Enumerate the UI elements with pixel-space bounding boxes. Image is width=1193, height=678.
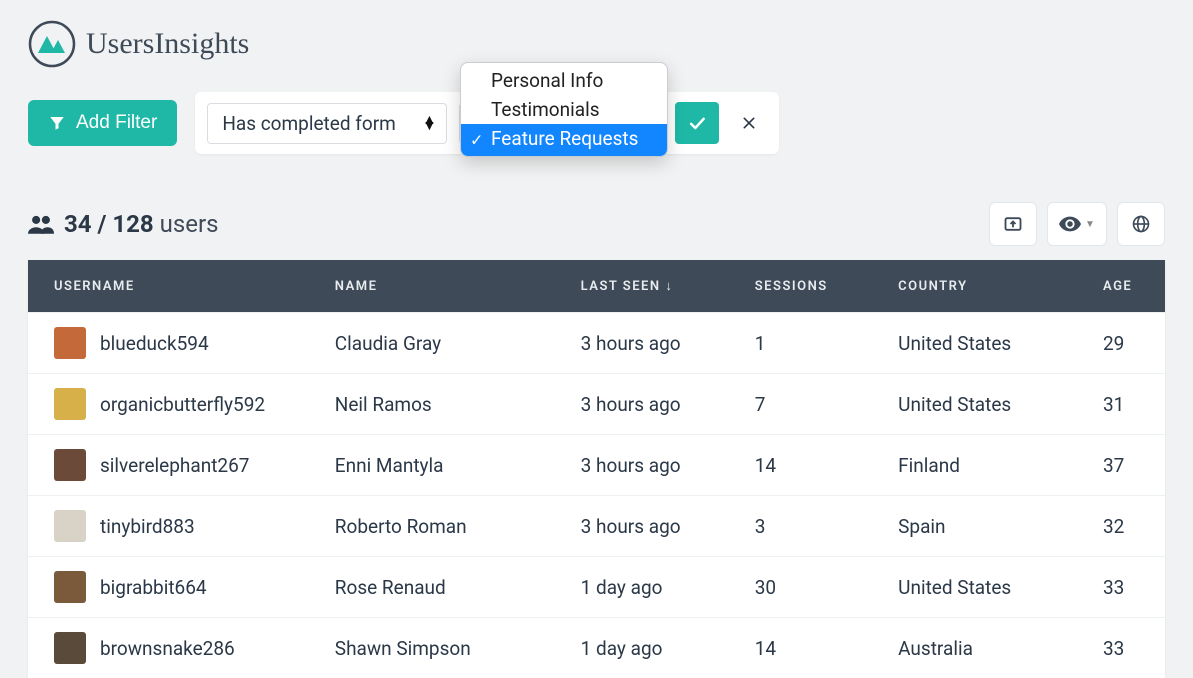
- sessions-cell: 14: [735, 618, 878, 678]
- dropdown-option[interactable]: Feature Requests: [461, 124, 667, 156]
- confirm-filter-button[interactable]: [675, 102, 719, 144]
- age-cell: 32: [1083, 496, 1165, 557]
- name-cell: Enni Mantyla: [315, 435, 561, 496]
- avatar: [54, 632, 86, 664]
- globe-icon: [1131, 214, 1151, 234]
- name-cell: Neil Ramos: [315, 374, 561, 435]
- last-seen-cell: 3 hours ago: [561, 374, 735, 435]
- filter-icon: [48, 114, 66, 132]
- dropdown-option[interactable]: Testimonials: [461, 95, 667, 124]
- eye-icon: [1059, 216, 1081, 232]
- add-filter-button[interactable]: Add Filter: [28, 100, 177, 146]
- table-header-row: USERNAME NAME LAST SEEN ↓ SESSIONS COUNT…: [28, 260, 1165, 313]
- columns-visibility-button[interactable]: ▼: [1047, 202, 1107, 246]
- filter-type-label: Has completed form: [222, 112, 395, 135]
- country-cell: Spain: [878, 496, 1083, 557]
- country-cell: United States: [878, 313, 1083, 374]
- table-row[interactable]: organicbutterfly592 Neil Ramos3 hours ago…: [28, 374, 1165, 435]
- sessions-cell: 7: [735, 374, 878, 435]
- sessions-cell: 1: [735, 313, 878, 374]
- avatar: [54, 510, 86, 542]
- avatar: [54, 327, 86, 359]
- remove-filter-button[interactable]: [731, 102, 767, 144]
- username-cell: tinybird883: [100, 515, 195, 538]
- age-cell: 31: [1083, 374, 1165, 435]
- age-cell: 37: [1083, 435, 1165, 496]
- header-last-seen[interactable]: LAST SEEN ↓: [561, 260, 735, 313]
- filtered-count: 34: [64, 210, 92, 238]
- sessions-cell: 14: [735, 435, 878, 496]
- export-button[interactable]: [989, 202, 1037, 246]
- users-icon: [28, 213, 54, 235]
- country-cell: United States: [878, 374, 1083, 435]
- username-cell: bigrabbit664: [100, 576, 207, 599]
- logo-icon: [28, 20, 76, 68]
- avatar: [54, 571, 86, 603]
- name-cell: Shawn Simpson: [315, 618, 561, 678]
- chevron-down-icon: ▼: [1085, 219, 1095, 230]
- check-icon: [687, 113, 707, 133]
- table-actions: ▼: [989, 202, 1165, 246]
- geo-button[interactable]: [1117, 202, 1165, 246]
- name-cell: Claudia Gray: [315, 313, 561, 374]
- table-row[interactable]: tinybird883 Roberto Roman3 hours ago3Spai…: [28, 496, 1165, 557]
- table-row[interactable]: bigrabbit664 Rose Renaud1 day ago30United…: [28, 557, 1165, 618]
- username-cell: organicbutterfly592: [100, 393, 265, 416]
- header-sessions[interactable]: SESSIONS: [735, 260, 878, 313]
- brand-name: UsersInsights: [86, 27, 249, 61]
- total-count: 128: [112, 210, 153, 238]
- sessions-cell: 3: [735, 496, 878, 557]
- name-cell: Rose Renaud: [315, 557, 561, 618]
- stats-row: 34 / 128 users ▼: [28, 202, 1165, 246]
- last-seen-cell: 3 hours ago: [561, 496, 735, 557]
- age-cell: 33: [1083, 557, 1165, 618]
- age-cell: 33: [1083, 618, 1165, 678]
- last-seen-cell: 1 day ago: [561, 618, 735, 678]
- sessions-cell: 30: [735, 557, 878, 618]
- header-name[interactable]: NAME: [315, 260, 561, 313]
- age-cell: 29: [1083, 313, 1165, 374]
- close-icon: [741, 115, 757, 131]
- avatar: [54, 388, 86, 420]
- add-filter-label: Add Filter: [76, 112, 157, 134]
- username-cell: brownsnake286: [100, 637, 235, 660]
- updown-caret-icon: ▲▼: [422, 117, 436, 129]
- brand-logo: UsersInsights: [28, 20, 1165, 68]
- table-row[interactable]: silverelephant267 Enni Mantyla3 hours ago…: [28, 435, 1165, 496]
- filter-type-select[interactable]: Has completed form ▲▼: [207, 103, 447, 144]
- header-country[interactable]: COUNTRY: [878, 260, 1083, 313]
- username-cell: blueduck594: [100, 332, 209, 355]
- filter-value-dropdown: Personal InfoTestimonialsFeature Request…: [460, 62, 668, 157]
- country-cell: Australia: [878, 618, 1083, 678]
- header-username[interactable]: USERNAME: [28, 260, 315, 313]
- name-cell: Roberto Roman: [315, 496, 561, 557]
- header-age[interactable]: AGE: [1083, 260, 1165, 313]
- table-row[interactable]: blueduck594 Claudia Gray3 hours ago1Unite…: [28, 313, 1165, 374]
- country-cell: Finland: [878, 435, 1083, 496]
- table-row[interactable]: brownsnake286 Shawn Simpson1 day ago14Aus…: [28, 618, 1165, 678]
- username-cell: silverelephant267: [100, 454, 249, 477]
- last-seen-cell: 1 day ago: [561, 557, 735, 618]
- last-seen-cell: 3 hours ago: [561, 435, 735, 496]
- users-label: users: [160, 210, 219, 238]
- last-seen-cell: 3 hours ago: [561, 313, 735, 374]
- avatar: [54, 449, 86, 481]
- dropdown-option[interactable]: Personal Info: [461, 63, 667, 95]
- country-cell: United States: [878, 557, 1083, 618]
- count-separator: /: [92, 210, 113, 238]
- user-count: 34 / 128 users: [28, 210, 219, 238]
- export-icon: [1003, 214, 1023, 234]
- users-table: USERNAME NAME LAST SEEN ↓ SESSIONS COUNT…: [28, 260, 1165, 678]
